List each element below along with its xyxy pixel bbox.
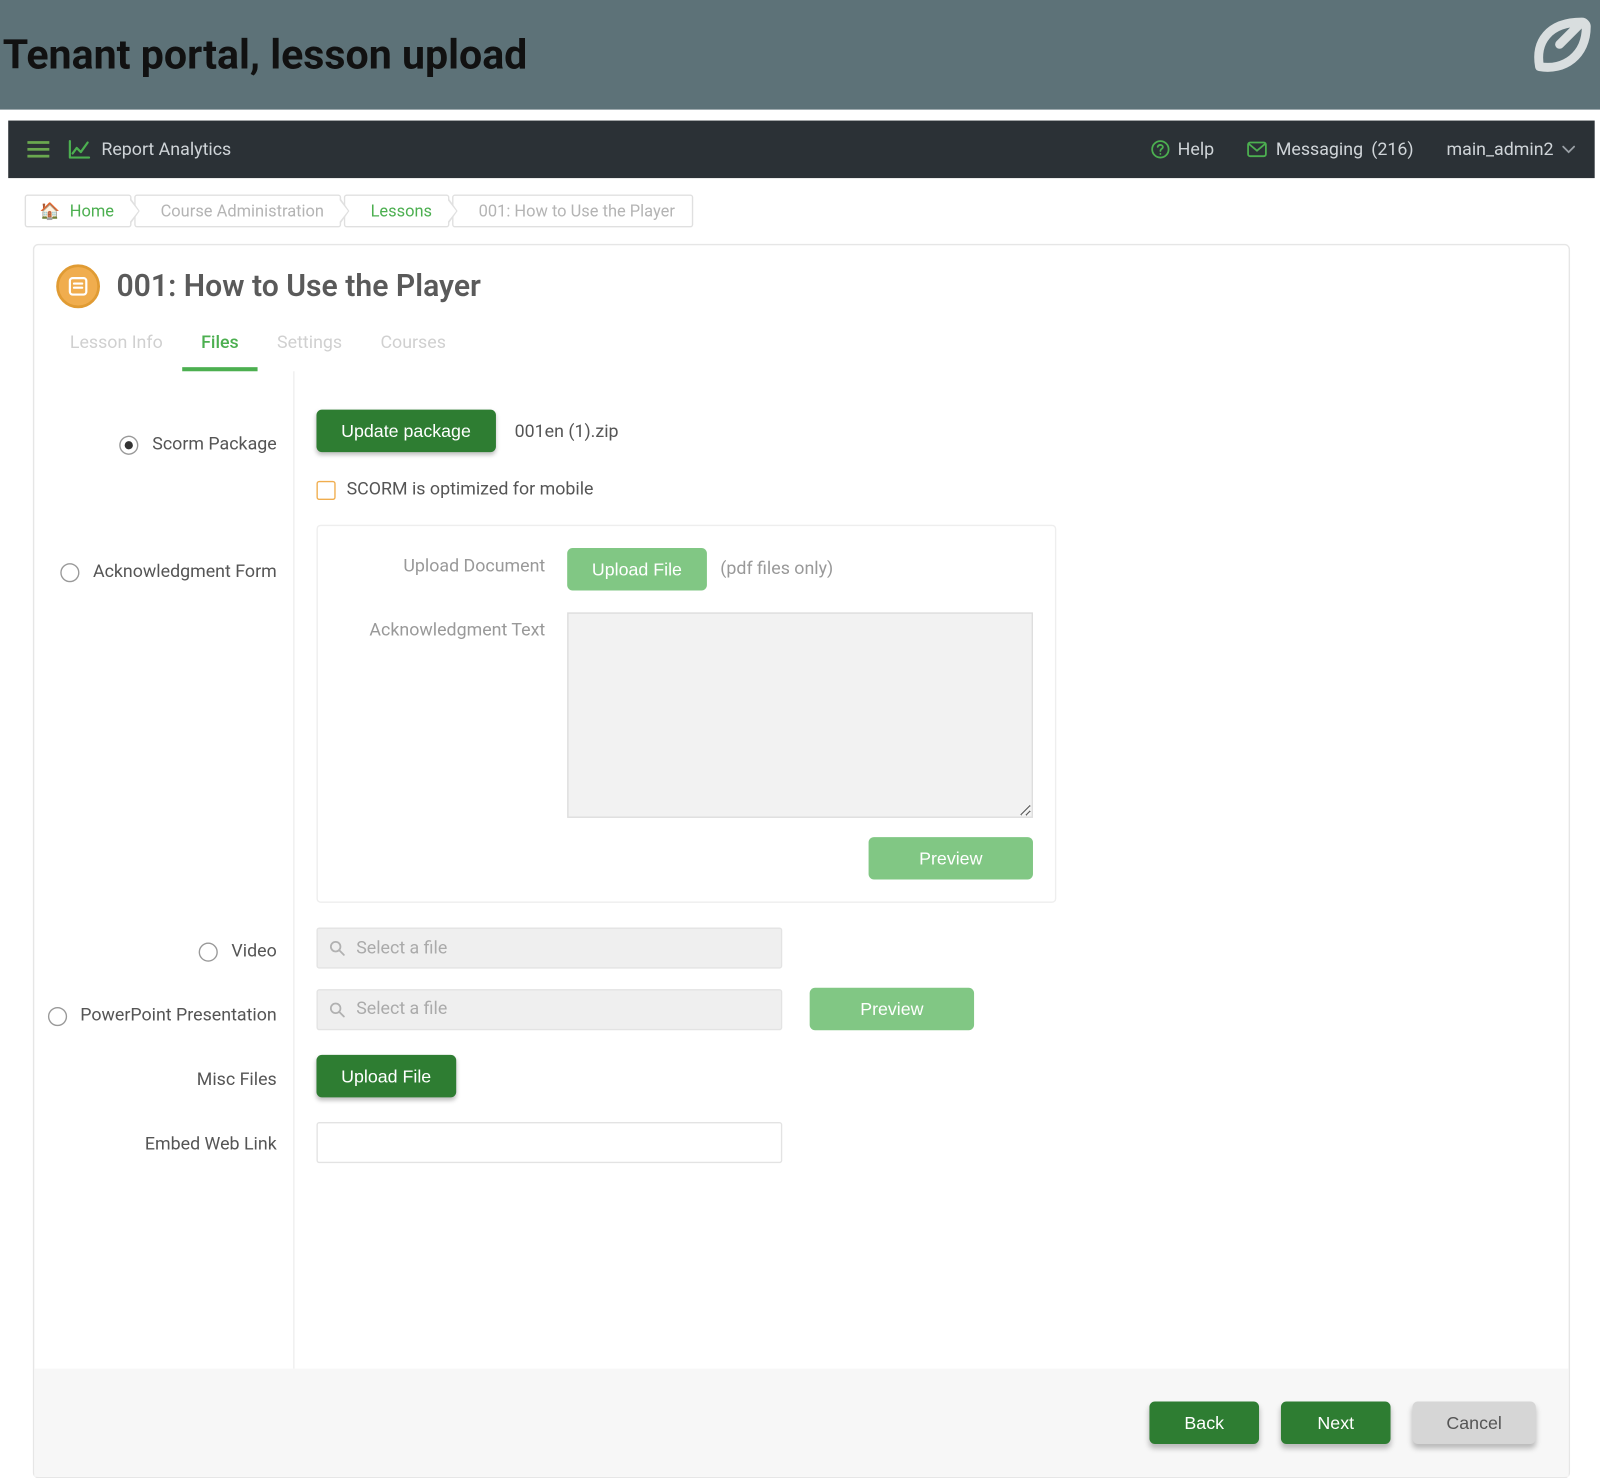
label-embed: Embed Web Link xyxy=(145,1134,277,1155)
option-video[interactable]: Video xyxy=(34,933,276,970)
breadcrumb-course-admin[interactable]: Course Administration xyxy=(135,195,342,228)
back-button[interactable]: Back xyxy=(1149,1402,1259,1444)
card-footer: Back Next Cancel xyxy=(34,1369,1568,1477)
misc-row: Upload File xyxy=(316,1055,1546,1097)
breadcrumb-lessons[interactable]: Lessons xyxy=(345,195,450,228)
user-label: main_admin2 xyxy=(1447,139,1554,160)
video-file-select[interactable]: Select a file xyxy=(316,927,782,968)
ack-text-textarea[interactable] xyxy=(567,612,1033,818)
top-nav: Report Analytics Help Messaging (216) ma… xyxy=(8,121,1594,179)
ack-upload-button[interactable]: Upload File xyxy=(567,548,706,590)
label-scorm: Scorm Package xyxy=(152,434,276,455)
radio-ppt[interactable] xyxy=(47,1007,66,1026)
option-scorm[interactable]: Scorm Package xyxy=(34,426,276,463)
breadcrumb-current-label: 001: How to Use the Player xyxy=(479,201,675,220)
card-header: 001: How to Use the Player xyxy=(34,245,1568,319)
label-misc: Misc Files xyxy=(197,1070,277,1091)
menu-icon[interactable] xyxy=(27,141,49,157)
label-scorm-mobile: SCORM is optimized for mobile xyxy=(347,480,594,501)
form-area: Scorm Package Acknowledgment Form Video … xyxy=(34,371,1568,1368)
label-upload-document: Upload Document xyxy=(340,548,546,577)
radio-ack[interactable] xyxy=(60,563,79,582)
breadcrumb: 🏠 Home Course Administration Lessons 001… xyxy=(0,178,1600,244)
messaging-count: (216) xyxy=(1371,139,1413,160)
row-misc: Misc Files xyxy=(34,1062,276,1099)
scorm-filename: 001en (1).zip xyxy=(515,422,619,443)
label-video: Video xyxy=(231,941,276,962)
hero-strip: Tenant portal, lesson upload xyxy=(0,0,1600,110)
home-icon: 🏠 xyxy=(40,201,60,220)
update-package-button[interactable]: Update package xyxy=(316,410,495,452)
tab-settings[interactable]: Settings xyxy=(258,319,361,371)
mail-icon xyxy=(1247,141,1268,157)
search-icon xyxy=(329,1001,345,1017)
scorm-row: Update package 001en (1).zip SCORM is op… xyxy=(316,410,1546,500)
radio-scorm[interactable] xyxy=(119,436,138,455)
label-ack: Acknowledgment Form xyxy=(93,562,277,583)
ppt-placeholder: Select a file xyxy=(356,999,447,1020)
chart-line-icon xyxy=(69,140,91,159)
page-title: 001: How to Use the Player xyxy=(116,269,480,303)
label-ack-text: Acknowledgment Text xyxy=(340,612,546,641)
breadcrumb-course-admin-label: Course Administration xyxy=(161,201,324,220)
cancel-button[interactable]: Cancel xyxy=(1412,1402,1535,1444)
embed-link-input[interactable] xyxy=(316,1122,782,1163)
misc-upload-button[interactable]: Upload File xyxy=(316,1055,455,1097)
video-placeholder: Select a file xyxy=(356,938,447,959)
hero-title: Tenant portal, lesson upload xyxy=(0,31,527,79)
messaging-link[interactable]: Messaging (216) xyxy=(1247,139,1414,160)
help-label: Help xyxy=(1178,139,1214,160)
ppt-preview-button[interactable]: Preview xyxy=(810,988,974,1030)
user-menu[interactable]: main_admin2 xyxy=(1447,139,1576,160)
breadcrumb-home-label: Home xyxy=(70,201,114,220)
radio-video[interactable] xyxy=(199,943,218,962)
search-icon xyxy=(329,940,345,956)
messaging-label: Messaging xyxy=(1276,139,1363,160)
checkbox-scorm-mobile[interactable] xyxy=(316,480,335,499)
label-ppt: PowerPoint Presentation xyxy=(80,1006,277,1027)
ppt-row: Select a file Preview xyxy=(316,988,1546,1030)
breadcrumb-home[interactable]: 🏠 Home xyxy=(25,195,132,228)
chevron-down-icon xyxy=(1562,145,1576,153)
help-icon xyxy=(1150,140,1169,159)
ack-preview-button[interactable]: Preview xyxy=(869,837,1033,879)
option-ack[interactable]: Acknowledgment Form xyxy=(34,553,276,590)
tabs: Lesson Info Files Settings Courses xyxy=(34,319,1568,371)
ppt-file-select[interactable]: Select a file xyxy=(316,988,782,1029)
lesson-card: 001: How to Use the Player Lesson Info F… xyxy=(33,244,1570,1478)
scorm-mobile-row[interactable]: SCORM is optimized for mobile xyxy=(316,480,1546,501)
row-embed: Embed Web Link xyxy=(34,1126,276,1163)
brand-leaf-icon xyxy=(1526,11,1597,82)
lesson-icon xyxy=(56,264,100,308)
tab-files[interactable]: Files xyxy=(182,319,258,371)
tab-lesson-info[interactable]: Lesson Info xyxy=(51,319,182,371)
analytics-link[interactable]: Report Analytics xyxy=(101,139,231,160)
breadcrumb-current: 001: How to Use the Player xyxy=(453,195,693,228)
right-column: Update package 001en (1).zip SCORM is op… xyxy=(295,371,1569,1368)
ack-box: Upload Document Upload File (pdf files o… xyxy=(316,525,1056,903)
breadcrumb-lessons-label: Lessons xyxy=(371,201,433,220)
tab-courses[interactable]: Courses xyxy=(361,319,465,371)
ack-upload-hint: (pdf files only) xyxy=(720,559,833,580)
embed-row xyxy=(316,1122,1546,1163)
help-link[interactable]: Help xyxy=(1150,139,1214,160)
next-button[interactable]: Next xyxy=(1281,1402,1391,1444)
left-column: Scorm Package Acknowledgment Form Video … xyxy=(34,371,294,1368)
option-ppt[interactable]: PowerPoint Presentation xyxy=(34,997,276,1034)
